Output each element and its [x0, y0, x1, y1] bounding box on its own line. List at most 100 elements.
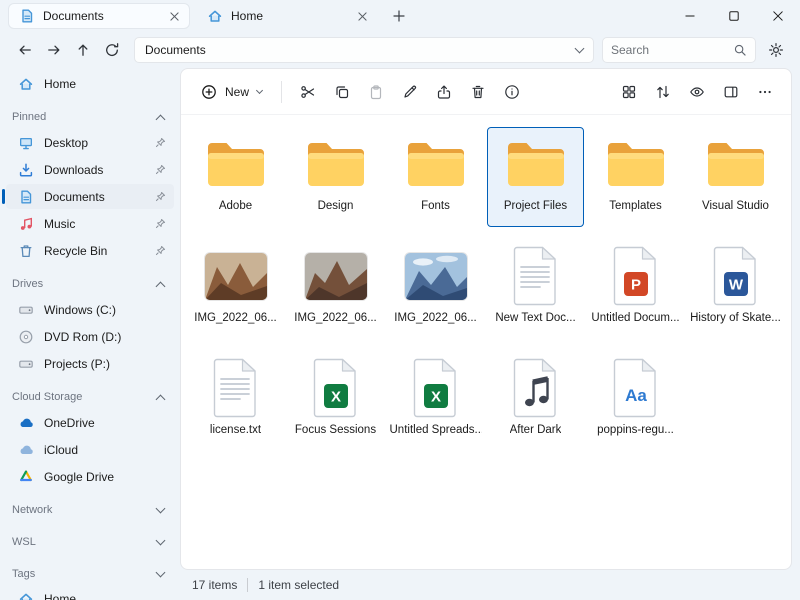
sidebar-item-label: Home — [44, 592, 166, 600]
share-button[interactable] — [427, 76, 460, 108]
chevron-down-icon[interactable] — [156, 568, 166, 578]
file-tile[interactable]: IMG_2022_06... — [287, 239, 384, 339]
sidebar-item-downloads[interactable]: Downloads — [6, 157, 174, 182]
address-dropdown-icon[interactable] — [575, 44, 585, 54]
sidebar-item-label: Projects (P:) — [44, 357, 166, 371]
file-tile[interactable]: X Focus Sessions — [287, 351, 384, 451]
sidebar-item-desktop[interactable]: Desktop — [6, 130, 174, 155]
file-tile[interactable]: IMG_2022_06... — [187, 239, 284, 339]
file-tile[interactable]: X Untitled Spreads... — [387, 351, 484, 451]
sidebar-section-tags[interactable]: Tags — [0, 562, 180, 586]
sort-button[interactable] — [646, 76, 679, 108]
file-tile[interactable]: P Untitled Docum... — [587, 239, 684, 339]
rename-button[interactable] — [393, 76, 426, 108]
folder-icon — [404, 132, 468, 196]
sidebar-item-label: Desktop — [44, 136, 145, 150]
image-thumbnail — [205, 244, 267, 308]
plus-circle-icon — [201, 84, 217, 100]
sidebar-item-windows-c[interactable]: Windows (C:) — [6, 297, 174, 322]
cut-button[interactable] — [291, 76, 324, 108]
sidebar-item-dvd-rom-d[interactable]: DVD Rom (D:) — [6, 324, 174, 349]
refresh-button[interactable] — [97, 36, 126, 64]
more-options-button[interactable] — [748, 76, 781, 108]
sidebar-item-icloud[interactable]: iCloud — [6, 437, 174, 462]
folder-tile[interactable]: Fonts — [387, 127, 484, 227]
view-options-button[interactable] — [612, 76, 645, 108]
settings-gear-icon[interactable] — [762, 36, 790, 64]
file-tile[interactable]: New Text Doc... — [487, 239, 584, 339]
document-icon — [19, 8, 35, 24]
info-button[interactable] — [495, 76, 528, 108]
search-input[interactable] — [611, 43, 727, 57]
address-bar[interactable]: Documents — [134, 37, 594, 63]
preview-pane-button[interactable] — [680, 76, 713, 108]
tab-home[interactable]: Home — [196, 3, 378, 29]
sidebar-section-wsl[interactable]: WSL — [0, 530, 180, 554]
sidebar-item-recycle-bin[interactable]: Recycle Bin — [6, 238, 174, 263]
sidebar-item-label: Recycle Bin — [44, 244, 145, 258]
chevron-up-icon[interactable] — [156, 114, 166, 124]
folder-tile[interactable]: Visual Studio — [687, 127, 784, 227]
tab-close-icon[interactable] — [165, 7, 183, 25]
folder-tile[interactable]: Design — [287, 127, 384, 227]
search-box[interactable] — [602, 37, 756, 63]
file-name: IMG_2022_06... — [194, 312, 276, 324]
file-name: poppins-regu... — [597, 424, 674, 436]
chevron-up-icon[interactable] — [156, 281, 166, 291]
file-tile[interactable]: IMG_2022_06... — [387, 239, 484, 339]
back-button[interactable] — [10, 36, 39, 64]
sidebar-item-music[interactable]: Music — [6, 211, 174, 236]
section-label: Drives — [12, 278, 157, 290]
file-name: IMG_2022_06... — [394, 312, 476, 324]
minimize-button[interactable] — [668, 0, 712, 32]
folder-tile[interactable]: Project Files — [487, 127, 584, 227]
sort-arrows-icon — [655, 84, 671, 100]
eye-icon — [689, 84, 705, 100]
sidebar-item-onedrive[interactable]: OneDrive — [6, 410, 174, 435]
main-area: New — [180, 68, 800, 600]
file-tile[interactable]: After Dark — [487, 351, 584, 451]
chevron-up-icon[interactable] — [156, 394, 166, 404]
up-button[interactable] — [68, 36, 97, 64]
svg-text:Aa: Aa — [625, 386, 647, 405]
text-file-icon — [210, 356, 262, 420]
file-tile[interactable]: W History of Skate... — [687, 239, 784, 339]
close-button[interactable] — [756, 0, 800, 32]
sidebar-item-home-bottom[interactable]: Home — [6, 586, 174, 600]
folder-icon — [704, 132, 768, 196]
file-tile[interactable]: license.txt — [187, 351, 284, 451]
chevron-down-icon[interactable] — [156, 536, 166, 546]
delete-button[interactable] — [461, 76, 494, 108]
chevron-down-icon[interactable] — [156, 504, 166, 514]
copy-button[interactable] — [325, 76, 358, 108]
forward-button[interactable] — [39, 36, 68, 64]
sidebar-item-label: Windows (C:) — [44, 303, 166, 317]
maximize-button[interactable] — [712, 0, 756, 32]
tab-close-icon[interactable] — [353, 7, 371, 25]
onedrive-cloud-icon — [18, 415, 34, 431]
paste-button[interactable] — [359, 76, 392, 108]
file-tile[interactable]: Aa poppins-regu... — [587, 351, 684, 451]
tab-documents[interactable]: Documents — [8, 3, 190, 29]
sidebar-section-drives[interactable]: Drives — [0, 272, 180, 296]
folder-tile[interactable]: Templates — [587, 127, 684, 227]
sidebar-item-home[interactable]: Home — [6, 71, 174, 96]
svg-text:X: X — [430, 389, 440, 406]
details-pane-button[interactable] — [714, 76, 747, 108]
new-button[interactable]: New — [191, 76, 272, 108]
file-explorer-window: Documents Home — [0, 0, 800, 600]
sidebar-section-network[interactable]: Network — [0, 498, 180, 522]
sidebar-item-projects-p[interactable]: Projects (P:) — [6, 351, 174, 376]
selection-count: 1 item selected — [258, 578, 339, 592]
file-name: Templates — [609, 200, 661, 212]
file-name: Focus Sessions — [295, 424, 376, 436]
folder-tile[interactable]: Adobe — [187, 127, 284, 227]
sidebar-section-pinned[interactable]: Pinned — [0, 105, 180, 129]
word-icon: W — [710, 244, 762, 308]
sidebar-item-documents[interactable]: Documents — [6, 184, 174, 209]
new-tab-button[interactable] — [384, 3, 414, 29]
sidebar-item-google-drive[interactable]: Google Drive — [6, 464, 174, 489]
disc-icon — [18, 329, 34, 345]
file-name: Design — [318, 200, 354, 212]
sidebar-section-cloud-storage[interactable]: Cloud Storage — [0, 385, 180, 409]
